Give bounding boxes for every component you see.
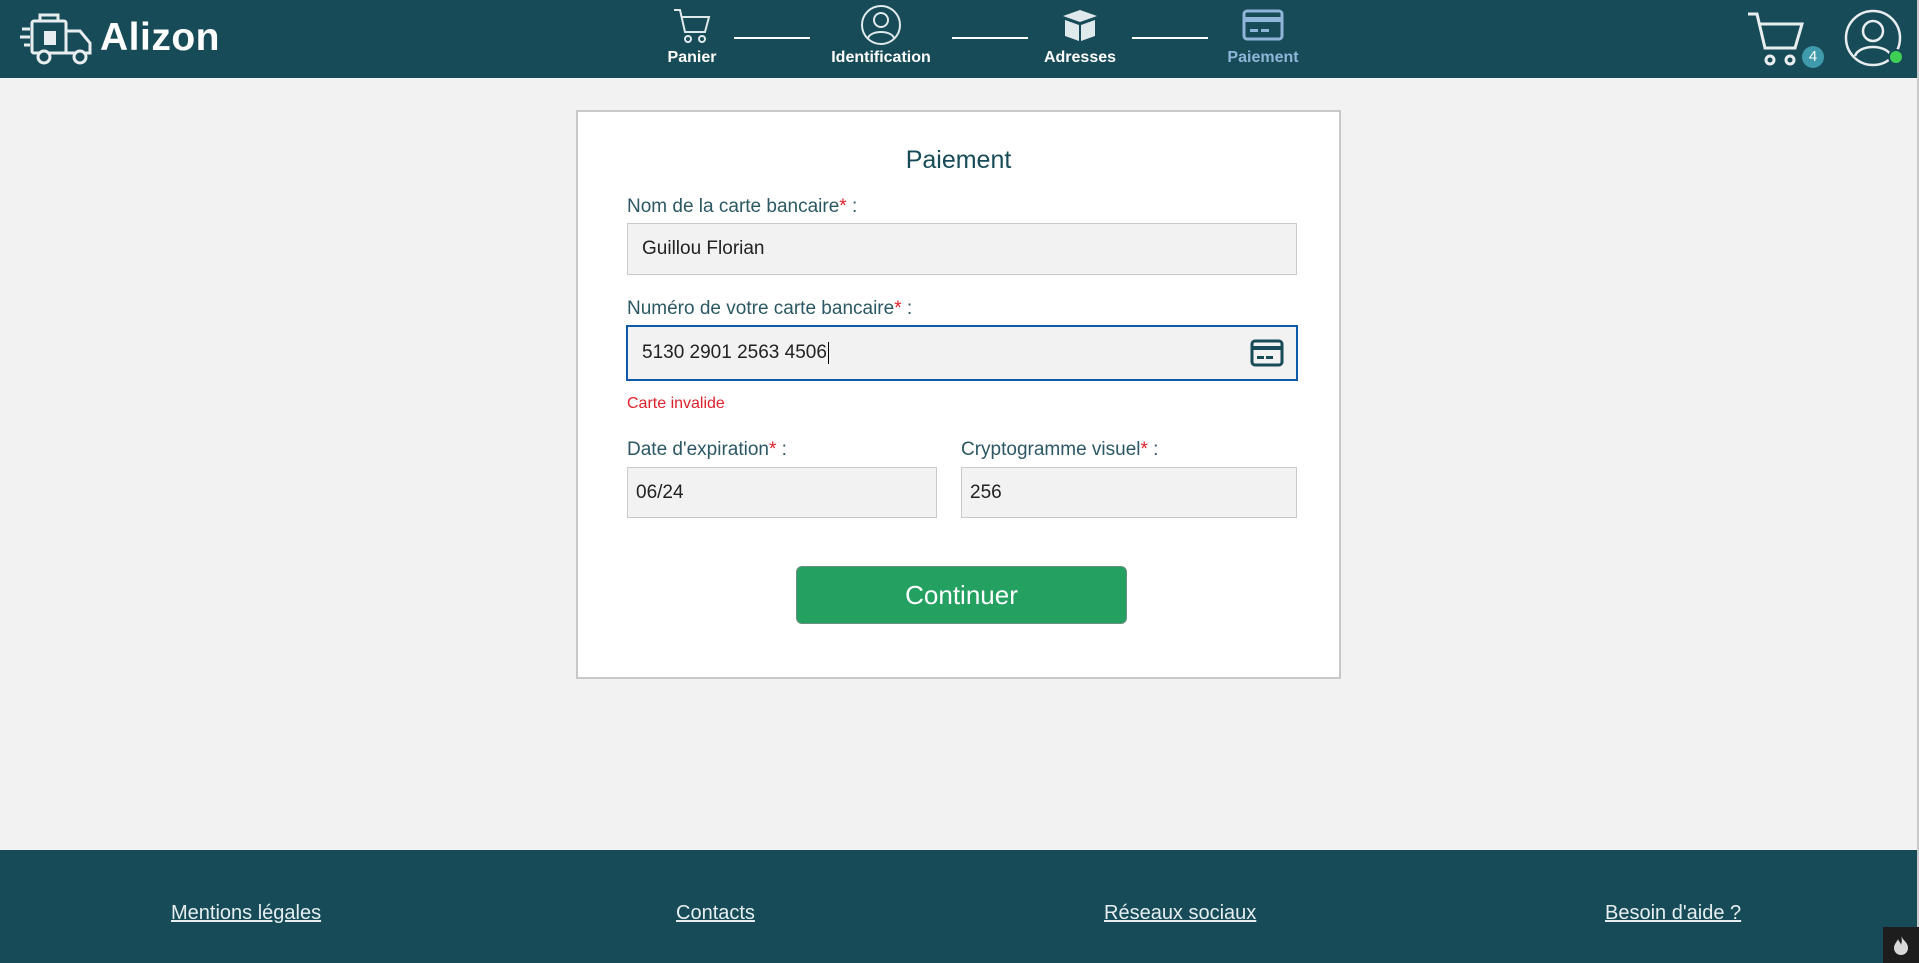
page-footer: Mentions légales Contacts Réseaux sociau… (0, 850, 1917, 963)
footer-link-legal[interactable]: Mentions légales (171, 902, 321, 925)
step-label: Paiement (1227, 49, 1299, 66)
credit-card-icon (1242, 9, 1284, 41)
card-number-label: Numéro de votre carte bancaire* : (627, 298, 912, 320)
card-name-label: Nom de la carte bancaire* : (627, 196, 857, 218)
online-status-dot (1888, 49, 1904, 65)
step-label: Adresses (1043, 49, 1117, 66)
cart-icon (1748, 12, 1804, 66)
box-icon (1063, 10, 1097, 41)
footer-link-social[interactable]: Réseaux sociaux (1104, 902, 1256, 925)
top-header: Alizon Panier Identification Adresses Pa… (0, 0, 1917, 78)
step-label: Panier (667, 49, 717, 66)
required-mark: * (1140, 439, 1148, 460)
label-suffix: : (846, 196, 858, 217)
footer-link-contacts[interactable]: Contacts (676, 902, 755, 925)
devtools-fire-button[interactable] (1883, 927, 1919, 963)
user-icon (861, 5, 901, 45)
label-suffix: : (901, 298, 913, 319)
step-identification[interactable]: Identification (796, 4, 966, 67)
field-value: 06/24 (636, 481, 684, 503)
text-caret (827, 342, 829, 364)
expiry-label: Date d'expiration* : (627, 439, 787, 461)
label-text: Cryptogramme visuel (961, 439, 1141, 460)
credit-card-icon (1250, 339, 1284, 367)
checkout-steps: Panier Identification Adresses Paiement (0, 0, 1917, 78)
field-value: 5130 2901 2563 4506 (642, 342, 827, 363)
card-number-field[interactable]: 5130 2901 2563 4506 (626, 325, 1298, 381)
form-title: Paiement (905, 146, 1012, 174)
field-value: 256 (970, 481, 1002, 503)
label-suffix: : (776, 439, 787, 460)
expiry-date-field[interactable]: 06/24 (627, 467, 937, 518)
cvv-label: Cryptogramme visuel* : (961, 439, 1158, 461)
label-text: Date d'expiration (627, 439, 769, 460)
required-mark: * (894, 298, 902, 319)
label-text: Nom de la carte bancaire (627, 196, 840, 217)
header-cart-button[interactable] (1745, 8, 1809, 75)
required-mark: * (839, 196, 847, 217)
card-number-error: Carte invalide (627, 395, 725, 412)
footer-link-help[interactable]: Besoin d'aide ? (1605, 902, 1741, 925)
cart-count-badge: 4 (1802, 46, 1824, 68)
card-name-field[interactable]: Guillou Florian (627, 223, 1297, 275)
payment-form: Paiement Nom de la carte bancaire* : Gui… (576, 110, 1341, 679)
label-suffix: : (1147, 439, 1159, 460)
step-panier[interactable]: Panier (607, 4, 777, 67)
field-value: Guillou Florian (642, 238, 765, 259)
cart-icon (674, 9, 711, 43)
step-adresses[interactable]: Adresses (995, 4, 1165, 67)
fire-icon (1894, 935, 1908, 955)
step-label: Identification (831, 49, 931, 66)
step-paiement[interactable]: Paiement (1178, 4, 1348, 67)
cvv-field[interactable]: 256 (961, 467, 1297, 518)
label-text: Numéro de votre carte bancaire (627, 298, 895, 319)
continue-button[interactable]: Continuer (796, 566, 1127, 624)
